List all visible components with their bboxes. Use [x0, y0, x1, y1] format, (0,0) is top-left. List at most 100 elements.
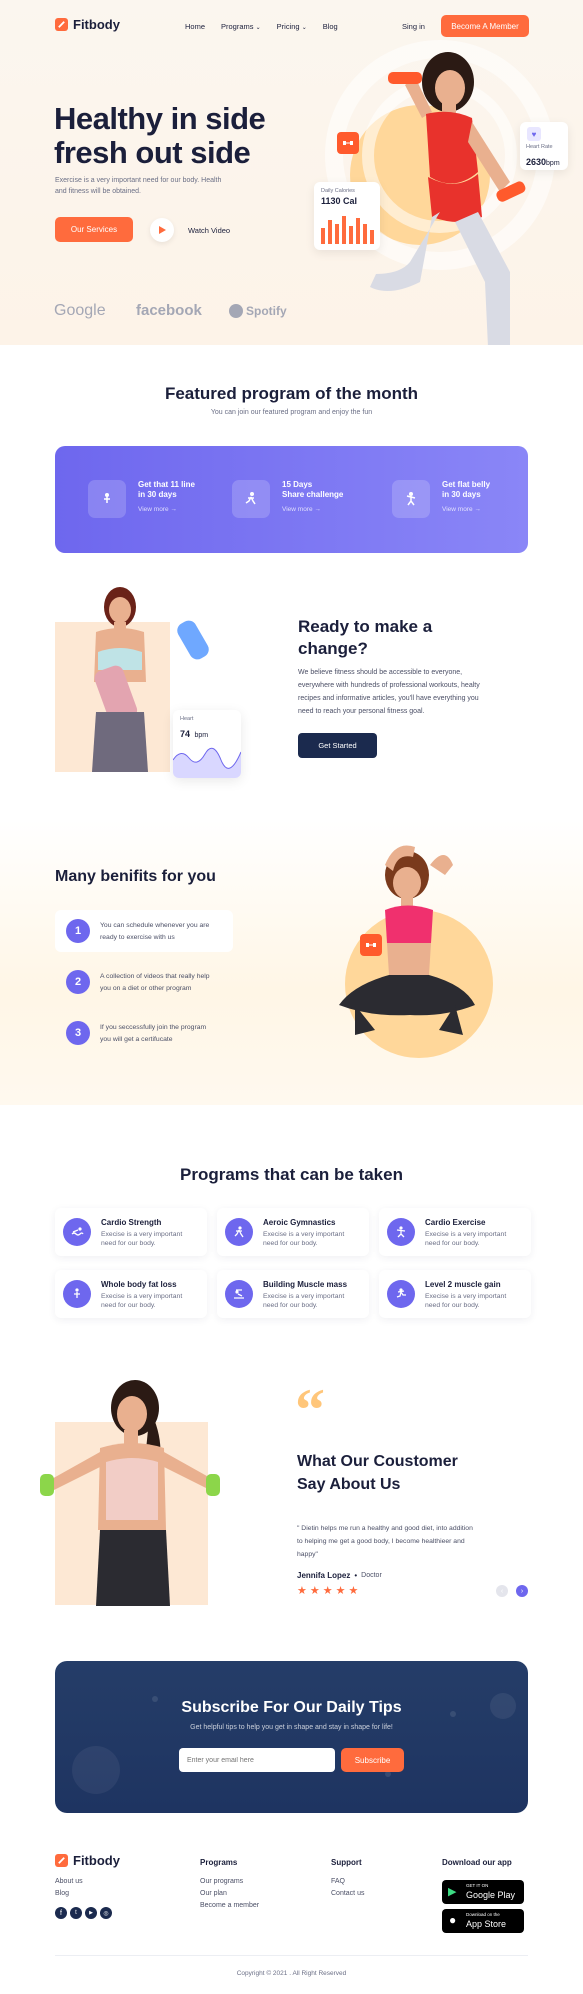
jumping-icon — [387, 1280, 415, 1308]
featured-item-3-link[interactable]: View more → — [442, 506, 532, 513]
footer-link-about[interactable]: About us — [55, 1876, 83, 1888]
footer-logo-text: Fitbody — [73, 1853, 120, 1868]
hero-title-line2: fresh out side — [54, 135, 251, 170]
twitter-icon[interactable]: t — [70, 1907, 82, 1919]
program-card-whole-body-fat-loss[interactable]: Whole body fat loss Execise is a very im… — [55, 1270, 207, 1318]
featured-item-3[interactable]: Get flat belly in 30 days View more → — [392, 480, 490, 518]
nav-blog[interactable]: Blog — [323, 22, 338, 31]
hero-title-line1: Healthy in side — [54, 101, 266, 136]
heart-rate-card: ♥ Heart Rate 2630bpm — [520, 122, 568, 170]
signin-link[interactable]: Sing in — [402, 22, 425, 31]
footer-divider — [55, 1955, 528, 1956]
become-member-button[interactable]: Become A Member — [441, 15, 529, 37]
calories-bar-chart — [321, 216, 374, 244]
dot-separator: • — [354, 1571, 358, 1580]
benefit-item-3: 3 If you seccessfully join the program y… — [55, 1012, 233, 1054]
partner-facebook: facebook — [136, 302, 202, 319]
heart-rate-value: 2630 — [526, 157, 547, 167]
google-play-small: GET IT ON — [466, 1883, 489, 1888]
app-store-big: App Store — [466, 1919, 507, 1929]
calories-card: Daily Calories 1130 Cal — [314, 182, 380, 250]
apple-icon: ● — [449, 1913, 457, 1927]
chevron-down-icon: ⌄ — [301, 25, 307, 31]
dumbbell-icon — [343, 141, 353, 145]
footer-support-title: Support — [331, 1858, 362, 1867]
program-desc-line1: Execise is a very important — [425, 1231, 507, 1238]
lines-icon — [63, 1280, 91, 1308]
footer-link-faq[interactable]: FAQ — [331, 1876, 345, 1888]
benefit-number-3: 3 — [66, 1021, 90, 1045]
program-desc-line1: Execise is a very important — [101, 1293, 183, 1300]
featured-item-1-title2: in 30 days — [138, 490, 177, 499]
nav-programs[interactable]: Programs ⌄ — [221, 22, 261, 31]
prev-button[interactable]: ‹ — [496, 1585, 508, 1597]
benefits-dumbbell-badge — [360, 934, 382, 956]
get-started-button[interactable]: Get Started — [298, 733, 377, 758]
google-play-button[interactable]: ▶ GET IT ON Google Play — [442, 1880, 524, 1904]
featured-item-1-title1: Get that 11 line — [138, 480, 195, 489]
benefit-item-1: 1 You can schedule whenever you are read… — [55, 910, 233, 952]
featured-item-1[interactable]: Get that 11 line in 30 days View more → — [88, 480, 195, 518]
subscribe-button[interactable]: Subscribe — [341, 1748, 404, 1772]
nav-home[interactable]: Home — [185, 22, 205, 31]
footer-link-blog[interactable]: Blog — [55, 1888, 69, 1900]
program-card-aeroic-gymnastics[interactable]: Aeroic Gymnastics Execise is a very impo… — [217, 1208, 369, 1256]
program-desc: Execise is a very important need for our … — [101, 1292, 199, 1310]
our-services-button[interactable]: Our Services — [55, 217, 133, 242]
logo-icon — [55, 1854, 68, 1867]
star-icon: ★ — [335, 1585, 346, 1597]
featured-item-1-link[interactable]: View more → — [138, 506, 228, 513]
instagram-icon[interactable]: ◎ — [100, 1907, 112, 1919]
facebook-icon[interactable]: f — [55, 1907, 67, 1919]
program-desc-line1: Execise is a very important — [263, 1293, 345, 1300]
program-card-building-muscle-mass[interactable]: Building Muscle mass Execise is a very i… — [217, 1270, 369, 1318]
program-title: Whole body fat loss — [101, 1280, 177, 1289]
footer-link-become-member[interactable]: Become a member — [200, 1900, 259, 1912]
program-title: Cardio Exercise — [425, 1218, 486, 1227]
chevron-left-icon: ‹ — [500, 1587, 504, 1595]
program-desc-line1: Execise is a very important — [263, 1231, 345, 1238]
footer-logo[interactable]: Fitbody — [55, 1853, 120, 1868]
play-button[interactable] — [150, 218, 174, 242]
benefit-number-1: 1 — [66, 919, 90, 943]
program-desc: Execise is a very important need for our … — [263, 1292, 361, 1310]
next-button[interactable]: › — [516, 1585, 528, 1597]
program-card-level-2-muscle-gain[interactable]: Level 2 muscle gain Execise is a very im… — [379, 1270, 531, 1318]
view-more-label: View more — [442, 506, 473, 513]
program-title: Building Muscle mass — [263, 1280, 348, 1289]
featured-item-2-title1: 15 Days — [282, 480, 313, 489]
testimonial-author: Jennifa Lopez • Doctor — [297, 1571, 382, 1580]
heart-icon: ♥ — [531, 129, 537, 139]
logo-icon — [55, 18, 68, 31]
footer-link-contact[interactable]: Contact us — [331, 1888, 364, 1900]
star-icon: ★ — [297, 1585, 307, 1597]
program-desc-line2: need for our body. — [263, 1302, 318, 1309]
program-card-cardio-exercise[interactable]: Cardio Exercise Execise is a very import… — [379, 1208, 531, 1256]
change-body-line4: need to reach your personal fitness goal… — [298, 708, 425, 715]
view-more-label: View more — [138, 506, 169, 513]
running-icon — [232, 480, 270, 518]
stretch-icon — [392, 480, 430, 518]
partner-spotify: Spotify — [229, 304, 287, 318]
calories-label: Daily Calories — [321, 188, 355, 194]
testimonial-quote-line2: to helping me get a good body, I become … — [297, 1538, 465, 1545]
star-icon: ★ — [322, 1585, 333, 1597]
testimonial-quote-line3: happy" — [297, 1551, 318, 1558]
logo-text: Fitbody — [73, 17, 120, 32]
program-card-cardio-strength[interactable]: Cardio Strength Execise is a very import… — [55, 1208, 207, 1256]
youtube-icon[interactable]: ▶ — [85, 1907, 97, 1919]
app-store-button[interactable]: ● Download on the App Store — [442, 1909, 524, 1933]
featured-item-2-link[interactable]: View more → — [282, 506, 372, 513]
watch-video-link[interactable]: Watch Video — [188, 226, 230, 235]
featured-item-2[interactable]: 15 Days Share challenge View more → — [232, 480, 343, 518]
chevron-down-icon: ⌄ — [255, 25, 261, 31]
hero-subtitle-line2: and fitness will be obtained. — [55, 188, 141, 195]
email-input[interactable] — [179, 1748, 335, 1772]
copyright-text: Copyright © 2021 . All Right Reserved — [236, 1970, 347, 1977]
nav-pricing[interactable]: Pricing ⌄ — [277, 22, 307, 31]
logo[interactable]: Fitbody — [55, 17, 120, 32]
partner-google: Google — [54, 302, 106, 319]
footer-link-our-plan[interactable]: Our plan — [200, 1888, 227, 1900]
benefit-3-line2: you will get a certifucate — [100, 1036, 173, 1043]
footer-link-our-programs[interactable]: Our programs — [200, 1876, 243, 1888]
